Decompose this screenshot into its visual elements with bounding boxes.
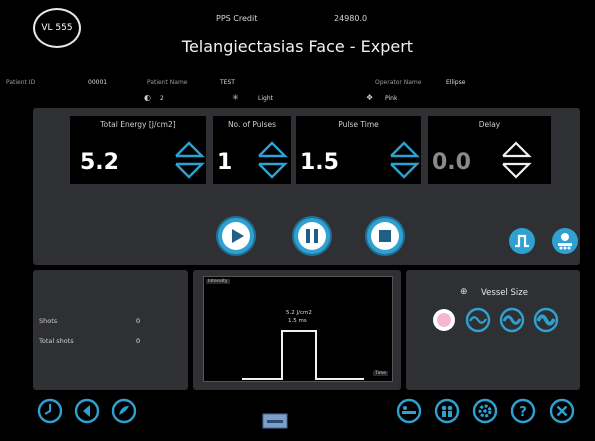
operator-name-label: Operator Name (375, 79, 422, 86)
pulse-graph: Intensity Time 5.2 J/cm2 1.5 ms (203, 276, 393, 382)
pulse-time-value[interactable]: 1.5 (300, 150, 339, 175)
play-button[interactable] (218, 218, 254, 254)
pulse-time-label: Pulse Time (338, 120, 379, 129)
decrease-arrow-icon (175, 162, 205, 179)
pulse-time-stepper[interactable] (388, 137, 422, 183)
pulses-value[interactable]: 1 (217, 150, 232, 175)
page-title: Telangiectasias Face - Expert (181, 37, 414, 56)
skin-color-value: Pink (385, 95, 398, 102)
paint-button[interactable] (111, 398, 137, 424)
sun-icon: ✳ (232, 93, 239, 102)
total-shots-value: 0 (136, 337, 141, 345)
svg-text:?: ? (519, 405, 527, 420)
settings-button[interactable] (472, 398, 498, 424)
decrease-arrow-icon (258, 162, 288, 179)
pulse-shape-icon (515, 234, 529, 248)
vessel-size-1-button[interactable] (465, 307, 491, 333)
pps-credit-label: PPS Credit (216, 14, 258, 23)
shots-value: 0 (136, 317, 141, 325)
decrease-arrow-icon (390, 162, 420, 179)
pause-icon (298, 222, 326, 250)
pulses-stepper[interactable] (256, 137, 290, 183)
delay-stepper[interactable] (500, 137, 534, 183)
bed-button[interactable] (396, 398, 422, 424)
pulse-graph-panel: Intensity Time 5.2 J/cm2 1.5 ms (193, 270, 401, 390)
total-energy-label: Total Energy [J/cm2] (100, 120, 176, 129)
skin-type-value: 2 (160, 95, 164, 102)
increase-arrow-icon (502, 141, 532, 158)
pps-credit-value: 24980.0 (334, 14, 368, 23)
close-button[interactable] (549, 398, 575, 424)
increase-arrow-icon (390, 141, 420, 158)
color-icon: ❖ (366, 93, 374, 102)
total-shots-label: Total shots (39, 337, 74, 345)
handpiece-button[interactable] (552, 228, 578, 254)
back-button[interactable] (74, 398, 100, 424)
play-icon (222, 222, 250, 250)
handpiece-icon (558, 233, 572, 250)
keyboard-button[interactable] (262, 413, 288, 429)
pulse-shape-button[interactable] (509, 228, 535, 254)
help-button[interactable]: ? (510, 398, 536, 424)
patient-name-label: Patient Name (147, 79, 188, 86)
vessel-size-0-button[interactable] (431, 307, 457, 333)
pause-button[interactable] (294, 218, 330, 254)
globe-icon: ⊕ (460, 287, 468, 297)
patient-id-value: 00001 (88, 79, 108, 86)
increase-arrow-icon (175, 141, 205, 158)
stats-panel: Shots 0 Total shots 0 (33, 270, 188, 390)
patient-name-value: TEST (220, 79, 235, 86)
skin-tone-value: Light (258, 95, 273, 102)
decrease-arrow-icon (502, 162, 532, 179)
total-energy-value[interactable]: 5.2 (80, 150, 119, 175)
patient-id-label: Patient ID (6, 79, 36, 86)
skin-type-icon: ◐ (144, 93, 151, 102)
stop-icon (371, 222, 399, 250)
pulses-label: No. of Pulses (227, 120, 277, 129)
vessel-size-3-button[interactable] (533, 307, 559, 333)
people-button[interactable] (434, 398, 460, 424)
clock-button[interactable] (37, 398, 63, 424)
increase-arrow-icon (258, 141, 288, 158)
operator-name-value: Ellipse (446, 79, 466, 86)
stop-button[interactable] (367, 218, 403, 254)
delay-label: Delay (478, 120, 501, 129)
vessel-size-2-button[interactable] (499, 307, 525, 333)
delay-value[interactable]: 0.0 (432, 150, 471, 175)
pulse-shape-line (242, 330, 364, 380)
logo-text: VL 555 (41, 23, 73, 33)
vessel-panel: ⊕ Vessel Size (406, 270, 580, 390)
vessel-size-title: Vessel Size (481, 288, 528, 298)
total-energy-stepper[interactable] (173, 137, 207, 183)
shots-label: Shots (39, 317, 58, 325)
